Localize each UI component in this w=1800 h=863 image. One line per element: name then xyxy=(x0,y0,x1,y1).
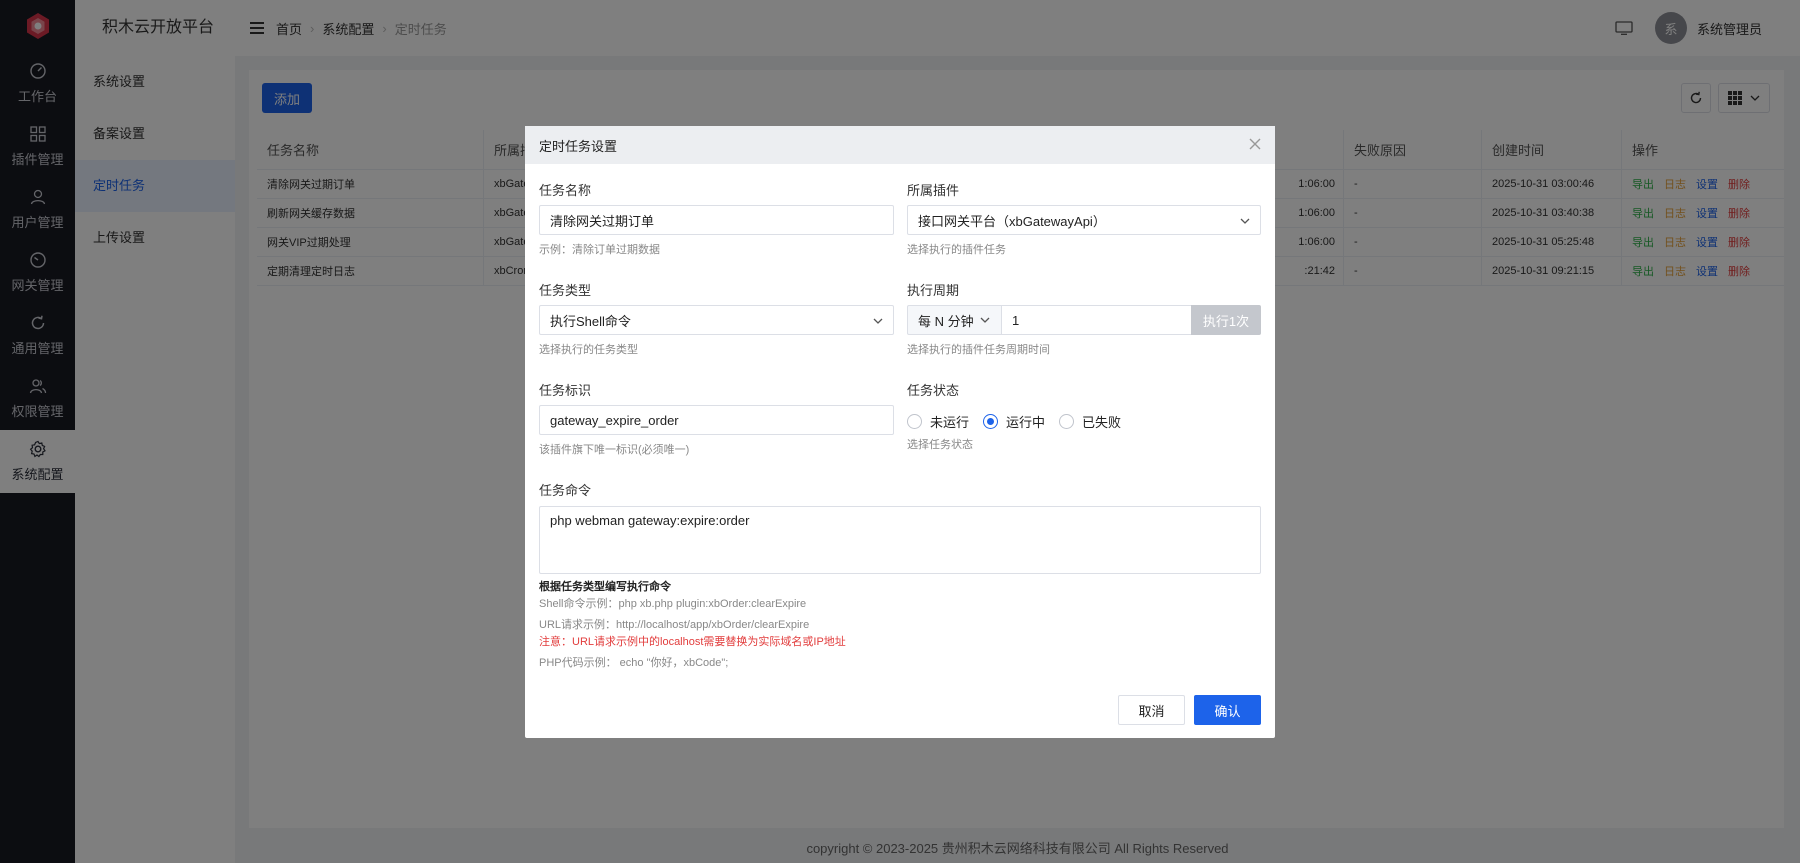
cron-task-settings-dialog: 定时任务设置 任务名称 清除网关过期订单 示例：清除订单过期数据 所属插件 接口… xyxy=(525,126,1275,738)
chevron-down-icon xyxy=(980,317,990,323)
cycle-value-input[interactable]: 1 xyxy=(1001,305,1192,335)
status-option-label[interactable]: 运行中 xyxy=(1006,412,1045,431)
url-example: URL请求示例：http://localhost/app/xbOrder/cle… xyxy=(539,619,810,631)
task-type-hint: 选择执行的任务类型 xyxy=(539,344,638,356)
status-radio-running[interactable] xyxy=(983,414,999,429)
task-command-textarea[interactable]: php webman gateway:expire:order xyxy=(539,506,1261,574)
status-radio-failed[interactable] xyxy=(1059,414,1075,429)
url-warning: 注意：URL请求示例中的localhost需要替换为实际域名或IP地址 xyxy=(539,636,846,648)
plugin-label: 所属插件 xyxy=(907,183,960,198)
chevron-down-icon xyxy=(1240,218,1250,224)
cancel-button[interactable]: 取消 xyxy=(1118,695,1185,725)
task-type-label: 任务类型 xyxy=(539,283,592,298)
status-option-label[interactable]: 未运行 xyxy=(930,412,969,431)
dialog-title: 定时任务设置 xyxy=(539,138,618,154)
status-radio-stopped[interactable] xyxy=(907,414,922,429)
task-status-label: 任务状态 xyxy=(907,383,960,398)
task-status-radio-group: 未运行 运行中 已失败 xyxy=(907,412,1135,431)
task-command-label: 任务命令 xyxy=(539,483,592,498)
task-key-input[interactable]: gateway_expire_order xyxy=(539,405,894,435)
status-option-label[interactable]: 已失败 xyxy=(1082,412,1121,431)
cycle-unit-value: 每 N 分钟 xyxy=(918,313,974,329)
shell-example: Shell命令示例：php xb.php plugin:xbOrder:clea… xyxy=(539,598,807,610)
task-status-hint: 选择任务状态 xyxy=(907,439,973,451)
task-type-value: 执行Shell命令 xyxy=(550,313,631,329)
task-name-hint: 示例：清除订单过期数据 xyxy=(539,244,660,256)
plugin-select-value: 接口网关平台（xbGatewayApi） xyxy=(918,213,1106,229)
command-help-notes: 根据任务类型编写执行命令 Shell命令示例：php xb.php plugin… xyxy=(539,579,846,672)
confirm-button[interactable]: 确认 xyxy=(1194,695,1261,725)
dialog-header: 定时任务设置 xyxy=(525,126,1275,164)
plugin-select[interactable]: 接口网关平台（xbGatewayApi） xyxy=(907,205,1261,235)
task-name-input[interactable]: 清除网关过期订单 xyxy=(539,205,894,235)
plugin-hint: 选择执行的插件任务 xyxy=(907,244,1006,256)
run-once-button[interactable]: 执行1次 xyxy=(1191,305,1261,335)
task-name-label: 任务名称 xyxy=(539,183,592,198)
cycle-hint: 选择执行的插件任务周期时间 xyxy=(907,344,1050,356)
cycle-unit-select[interactable]: 每 N 分钟 xyxy=(907,305,1002,335)
task-key-label: 任务标识 xyxy=(539,383,592,398)
close-icon[interactable] xyxy=(1247,136,1263,152)
task-key-hint: 该插件旗下唯一标识(必须唯一) xyxy=(539,444,690,456)
command-help-title: 根据任务类型编写执行命令 xyxy=(539,581,671,593)
php-example: PHP代码示例： echo "你好，xbCode"; xyxy=(539,657,729,669)
task-type-select[interactable]: 执行Shell命令 xyxy=(539,305,894,335)
chevron-down-icon xyxy=(873,318,883,324)
cycle-label: 执行周期 xyxy=(907,283,960,298)
